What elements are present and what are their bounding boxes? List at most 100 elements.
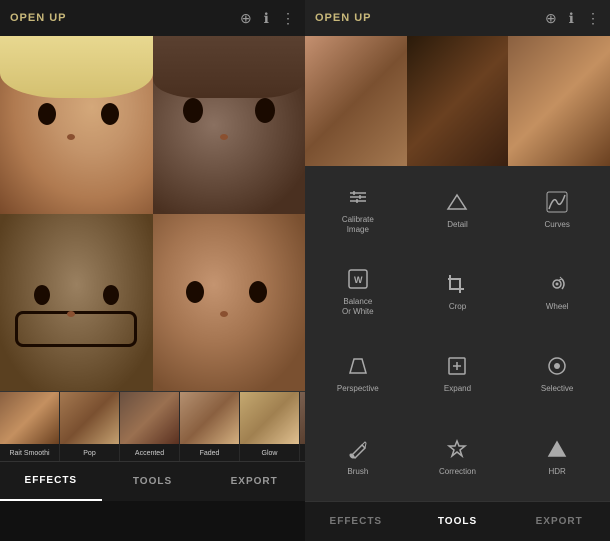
- eye-right-tr: [255, 98, 275, 123]
- info-icon-left[interactable]: ℹ: [264, 10, 269, 27]
- thumb-img-0: [0, 392, 59, 444]
- funko-br: [153, 214, 306, 392]
- tab-export-left[interactable]: EXPORT: [203, 462, 305, 501]
- layers-icon-left[interactable]: ⊕: [240, 10, 252, 27]
- tool-calibrate[interactable]: CalibrateImage: [309, 170, 407, 250]
- preview-seg-1: [305, 36, 407, 166]
- thumb-label-2: Accented: [120, 444, 179, 461]
- right-panel: OPEN UP ⊕ ℹ ⋮: [305, 0, 610, 541]
- left-header-icons: ⊕ ℹ ⋮: [240, 10, 295, 27]
- brush-icon: [347, 438, 369, 464]
- app-title-right: OPEN UP: [315, 12, 372, 24]
- nose-br: [220, 311, 228, 317]
- tool-correction[interactable]: Correction: [409, 417, 507, 497]
- preview-seg-2: [407, 36, 509, 166]
- funko-grid: [0, 36, 305, 391]
- funko-face-tr: [153, 36, 306, 214]
- layers-icon-right[interactable]: ⊕: [545, 10, 557, 27]
- eye-right-tl: [101, 103, 119, 125]
- correction-icon: [446, 438, 468, 464]
- app-title-left: OPEN UP: [10, 12, 67, 24]
- thumb-item-3[interactable]: Faded: [180, 392, 240, 461]
- left-header: OPEN UP ⊕ ℹ ⋮: [0, 0, 305, 36]
- eye-left-bl: [34, 285, 50, 305]
- perspective-label: Perspective: [337, 384, 379, 394]
- perspective-icon: [347, 355, 369, 381]
- curves-icon: [546, 191, 568, 217]
- thumb-label-1: Pop: [60, 444, 119, 461]
- detail-label: Detail: [447, 220, 467, 230]
- eye-left-tr: [183, 98, 203, 123]
- hdr-label: HDR: [548, 467, 565, 477]
- preview-seg-3: [508, 36, 610, 166]
- tool-crop[interactable]: Crop: [409, 252, 507, 332]
- tool-wheel[interactable]: Wheel: [508, 252, 606, 332]
- wheel-icon: [546, 273, 568, 299]
- nose-tl: [67, 134, 75, 140]
- funko-face-tl: [0, 36, 153, 214]
- right-header: OPEN UP ⊕ ℹ ⋮: [305, 0, 610, 36]
- bottom-tabs-left: Effects TOOLS EXPORT: [0, 461, 305, 501]
- expand-label: Expand: [444, 384, 471, 394]
- hdr-icon: [546, 438, 568, 464]
- thumb-item-2[interactable]: Accented: [120, 392, 180, 461]
- thumb-label-5: M: [300, 444, 305, 461]
- tools-grid: CalibrateImage Detail Curves: [305, 166, 610, 501]
- thumb-label-3: Faded: [180, 444, 239, 461]
- left-panel: OPEN UP ⊕ ℹ ⋮: [0, 0, 305, 541]
- tool-balance[interactable]: W BalanceOr White: [309, 252, 407, 332]
- crop-icon: [446, 273, 468, 299]
- more-icon-left[interactable]: ⋮: [281, 10, 295, 27]
- crop-label: Crop: [449, 302, 466, 312]
- svg-text:W: W: [354, 275, 363, 285]
- thumb-img-1: [60, 392, 119, 444]
- tool-perspective[interactable]: Perspective: [309, 335, 407, 415]
- hair-tr: [153, 36, 306, 98]
- eye-left-br: [186, 281, 204, 303]
- calibrate-icon: [347, 186, 369, 212]
- tab-tools-right[interactable]: TOOLS: [407, 502, 509, 541]
- detail-icon: [446, 191, 468, 217]
- selective-icon: [546, 355, 568, 381]
- correction-label: Correction: [439, 467, 476, 477]
- balance-icon: W: [347, 268, 369, 294]
- tab-effects-left[interactable]: Effects: [0, 462, 102, 501]
- selective-label: Selective: [541, 384, 573, 394]
- funko-bl: [0, 214, 153, 392]
- funko-tr: [153, 36, 306, 214]
- glasses-bl: [15, 311, 137, 347]
- brush-label: Brush: [347, 467, 368, 477]
- funko-tl: [0, 36, 153, 214]
- more-icon-right[interactable]: ⋮: [586, 10, 600, 27]
- tab-effects-right[interactable]: EFFECTS: [305, 502, 407, 541]
- thumb-item-5[interactable]: M: [300, 392, 305, 461]
- hair-tl: [0, 36, 153, 98]
- funko-face-br: [153, 214, 306, 392]
- thumb-img-2: [120, 392, 179, 444]
- thumbnail-strip: Rait Smoothi Pop Accented Faded Glow M: [0, 391, 305, 461]
- eye-left-tl: [38, 103, 56, 125]
- balance-label: BalanceOr White: [342, 297, 374, 316]
- tool-hdr[interactable]: HDR: [508, 417, 606, 497]
- nose-tr: [220, 134, 228, 140]
- tab-export-right[interactable]: EXPORT: [508, 502, 610, 541]
- thumb-item-1[interactable]: Pop: [60, 392, 120, 461]
- thumb-label-0: Rait Smoothi: [0, 444, 59, 461]
- thumb-item-4[interactable]: Glow: [240, 392, 300, 461]
- eye-right-br: [249, 281, 267, 303]
- thumb-label-4: Glow: [240, 444, 299, 461]
- thumb-img-3: [180, 392, 239, 444]
- eye-right-bl: [103, 285, 119, 305]
- tool-expand[interactable]: Expand: [409, 335, 507, 415]
- thumb-item-0[interactable]: Rait Smoothi: [0, 392, 60, 461]
- info-icon-right[interactable]: ℹ: [569, 10, 574, 27]
- tool-detail[interactable]: Detail: [409, 170, 507, 250]
- curves-label: Curves: [544, 220, 569, 230]
- funko-face-bl: [0, 214, 153, 392]
- tool-selective[interactable]: Selective: [508, 335, 606, 415]
- tool-curves[interactable]: Curves: [508, 170, 606, 250]
- tab-tools-left[interactable]: TOOLS: [102, 462, 204, 501]
- tool-brush[interactable]: Brush: [309, 417, 407, 497]
- thumb-img-5: [300, 392, 305, 444]
- right-preview: [305, 36, 610, 166]
